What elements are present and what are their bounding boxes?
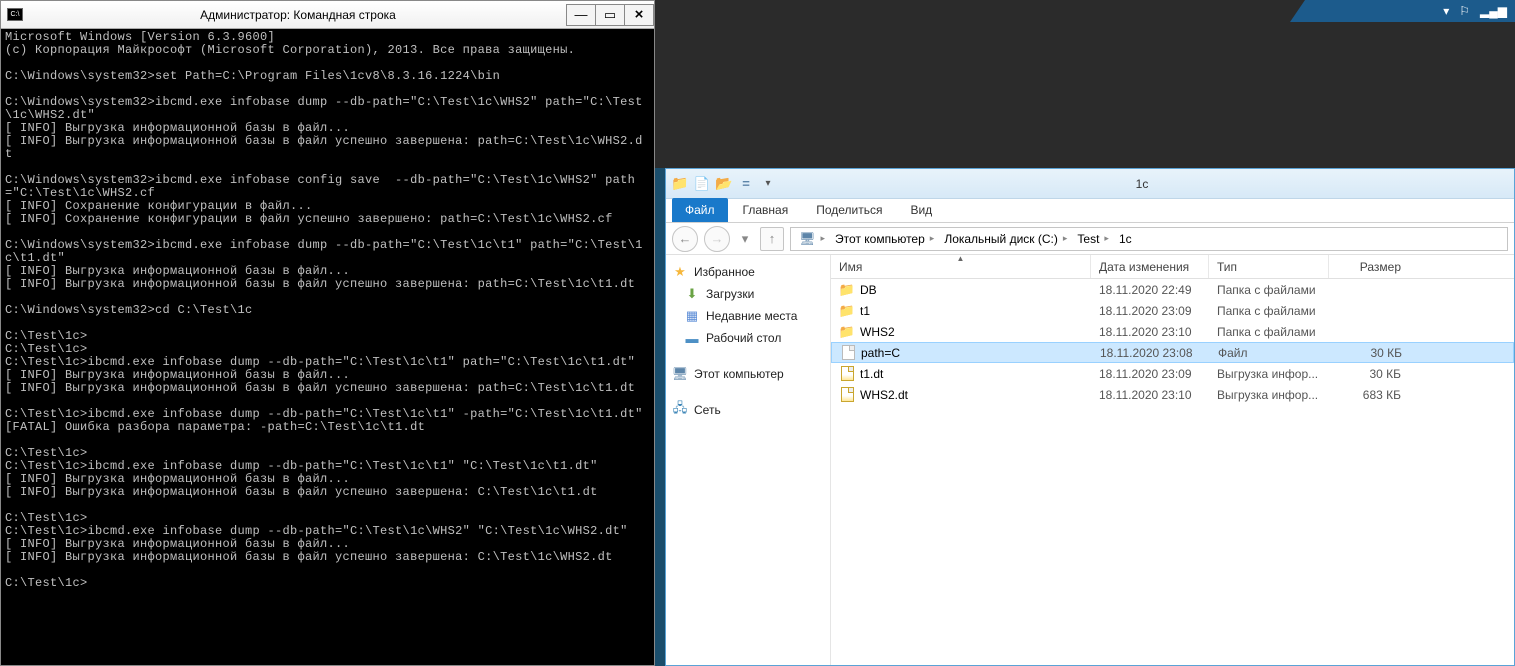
cmd-titlebar[interactable]: C:\ Администратор: Командная строка — ▭ … [1, 1, 654, 29]
background-dark-panel: ▾ ⚐ ▂▄▆ [655, 0, 1515, 168]
file-type: Файл [1210, 346, 1330, 360]
breadcrumb-item-disk[interactable]: Локальный диск (C:)▸ [940, 232, 1073, 246]
file-name: WHS2 [860, 325, 895, 339]
file-list-header: Имя▲ Дата изменения Тип Размер [831, 255, 1514, 279]
column-size[interactable]: Размер [1329, 255, 1409, 278]
breadcrumb-item-test[interactable]: Test▸ [1073, 232, 1115, 246]
chevron-down-icon[interactable]: ▾ [1443, 4, 1449, 18]
network-icon: 🖧 [672, 402, 688, 418]
tab-view[interactable]: Вид [897, 198, 945, 222]
file-type: Папка с файлами [1209, 325, 1329, 339]
tab-home[interactable]: Главная [730, 198, 802, 222]
sidebar-item-recent[interactable]: ▦Недавние места [666, 305, 830, 327]
file-type: Папка с файлами [1209, 304, 1329, 318]
back-button[interactable]: ← [672, 226, 698, 252]
breadcrumb[interactable]: 🖥▸ Этот компьютер▸ Локальный диск (C:)▸ … [790, 227, 1508, 251]
explorer-window-title: 1c [776, 177, 1508, 191]
sidebar-computer[interactable]: 🖥Этот компьютер [666, 363, 830, 385]
taskbar-tray[interactable]: ▾ ⚐ ▂▄▆ [1290, 0, 1515, 22]
sidebar-favorites[interactable]: ★Избранное [666, 261, 830, 283]
folder-icon: 📁 [839, 324, 855, 340]
recent-icon: ▦ [684, 308, 700, 324]
file-row[interactable]: 📁 DB 18.11.2020 22:49Папка с файлами [831, 279, 1514, 300]
file-size: 30 КБ [1330, 346, 1410, 360]
explorer-titlebar[interactable]: 📁 📄 📂 = ▾ 1c [666, 169, 1514, 199]
sort-up-icon: ▲ [957, 255, 965, 263]
file-date: 18.11.2020 23:10 [1091, 388, 1209, 402]
folder-icon[interactable]: 📁 [672, 176, 688, 192]
maximize-button[interactable]: ▭ [595, 4, 625, 26]
tab-share[interactable]: Поделиться [803, 198, 895, 222]
volume-icon[interactable]: ▂▄▆ [1480, 4, 1507, 18]
explorer-window: 📁 📄 📂 = ▾ 1c Файл Главная Поделиться Вид… [665, 168, 1515, 666]
column-name[interactable]: Имя▲ [831, 255, 1091, 278]
column-date[interactable]: Дата изменения [1091, 255, 1209, 278]
equals-icon[interactable]: = [738, 176, 754, 192]
qat-dropdown-icon[interactable]: ▾ [760, 176, 776, 192]
file-name: t1 [860, 304, 870, 318]
column-type[interactable]: Тип [1209, 255, 1329, 278]
file-size: 683 КБ [1329, 388, 1409, 402]
star-icon: ★ [672, 264, 688, 280]
file-row[interactable]: 📁 t1 18.11.2020 23:09Папка с файлами [831, 300, 1514, 321]
open-folder-icon[interactable]: 📂 [716, 176, 732, 192]
folder-icon: 📁 [839, 303, 855, 319]
breadcrumb-item-1c[interactable]: 1c [1115, 232, 1136, 246]
sidebar-item-desktop[interactable]: ▬Рабочий стол [666, 327, 830, 349]
file-type: Папка с файлами [1209, 283, 1329, 297]
file-name: WHS2.dt [860, 388, 908, 402]
sidebar-network[interactable]: 🖧Сеть [666, 399, 830, 421]
file-date: 18.11.2020 23:08 [1092, 346, 1210, 360]
file-row[interactable]: t1.dt 18.11.2020 23:09Выгрузка инфор...30… [831, 363, 1514, 384]
file-type: Выгрузка инфор... [1209, 388, 1329, 402]
dt-file-icon [839, 387, 855, 403]
quick-access-toolbar: 📁 📄 📂 = ▾ [672, 176, 776, 192]
new-folder-icon[interactable]: 📄 [694, 176, 710, 192]
navigation-sidebar: ★Избранное ⬇Загрузки ▦Недавние места ▬Ра… [666, 255, 831, 665]
ribbon-tabs: Файл Главная Поделиться Вид [666, 199, 1514, 223]
cmd-app-icon: C:\ [7, 8, 23, 21]
file-date: 18.11.2020 23:09 [1091, 304, 1209, 318]
history-dropdown-icon[interactable]: ▾ [736, 227, 754, 251]
file-row[interactable]: path=C 18.11.2020 23:08Файл30 КБ [831, 342, 1514, 363]
up-button[interactable]: ↑ [760, 227, 784, 251]
file-date: 18.11.2020 23:09 [1091, 367, 1209, 381]
address-bar-row: ← → ▾ ↑ 🖥▸ Этот компьютер▸ Локальный дис… [666, 223, 1514, 255]
file-name: t1.dt [860, 367, 883, 381]
download-icon: ⬇ [684, 286, 700, 302]
breadcrumb-root[interactable]: 🖥▸ [795, 231, 831, 247]
file-size: 30 КБ [1329, 367, 1409, 381]
file-name: DB [860, 283, 877, 297]
flag-icon[interactable]: ⚐ [1459, 4, 1470, 18]
forward-button[interactable]: → [704, 226, 730, 252]
file-row[interactable]: WHS2.dt 18.11.2020 23:10Выгрузка инфор...… [831, 384, 1514, 405]
cmd-window-title: Администратор: Командная строка [29, 8, 567, 22]
tab-file[interactable]: Файл [672, 198, 728, 222]
sidebar-item-downloads[interactable]: ⬇Загрузки [666, 283, 830, 305]
cmd-window: C:\ Администратор: Командная строка — ▭ … [0, 0, 655, 666]
desktop-icon: ▬ [684, 330, 700, 346]
file-icon [840, 345, 856, 361]
cmd-window-controls: — ▭ × [567, 4, 654, 26]
minimize-button[interactable]: — [566, 4, 596, 26]
folder-icon: 📁 [839, 282, 855, 298]
breadcrumb-item-computer[interactable]: Этот компьютер▸ [831, 232, 940, 246]
file-date: 18.11.2020 23:10 [1091, 325, 1209, 339]
cmd-output[interactable]: Microsoft Windows [Version 6.3.9600] (c)… [1, 29, 654, 665]
file-row[interactable]: 📁 WHS2 18.11.2020 23:10Папка с файлами [831, 321, 1514, 342]
file-list: Имя▲ Дата изменения Тип Размер 📁 DB 18.11.… [831, 255, 1514, 665]
computer-icon: 🖥 [799, 231, 816, 247]
explorer-body: ★Избранное ⬇Загрузки ▦Недавние места ▬Ра… [666, 255, 1514, 665]
close-button[interactable]: × [624, 4, 654, 26]
file-date: 18.11.2020 22:49 [1091, 283, 1209, 297]
file-type: Выгрузка инфор... [1209, 367, 1329, 381]
computer-icon: 🖥 [672, 366, 688, 382]
dt-file-icon [839, 366, 855, 382]
file-name: path=C [861, 346, 900, 360]
